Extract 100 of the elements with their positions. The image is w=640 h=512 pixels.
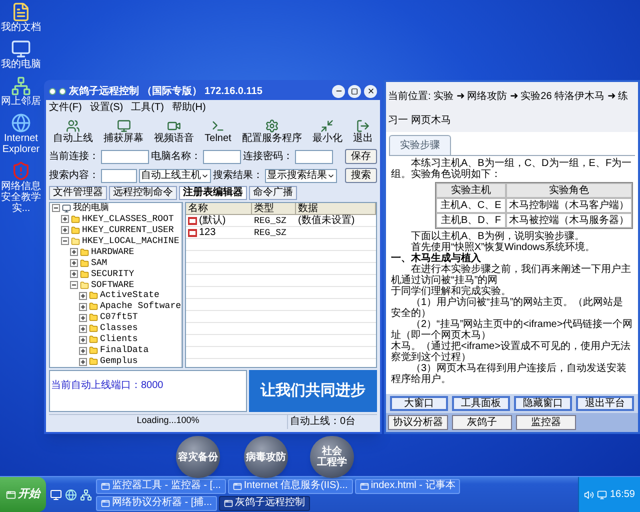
tab[interactable]: 远程控制命令 — [109, 186, 177, 200]
users-icon — [66, 118, 80, 132]
network-quicklaunch-icon[interactable] — [80, 488, 92, 500]
computer-name-field[interactable] — [203, 150, 241, 164]
column-header[interactable]: 类型 — [252, 203, 296, 214]
desktop-icon[interactable] — [11, 2, 31, 22]
lab-button[interactable]: 大窗口 — [390, 396, 448, 411]
tree-item[interactable]: HKEY_LOCAL_MACHINE — [82, 236, 180, 246]
lab-button[interactable]: 工具面板 — [452, 396, 510, 411]
desktop-icon-label[interactable]: 网上邻居 — [0, 96, 42, 107]
table-cell: 123 — [199, 228, 216, 238]
desktop-icon[interactable] — [11, 76, 31, 96]
expand-toggle-icon[interactable] — [79, 314, 87, 322]
table-cell: 主机B、D、F — [436, 213, 506, 228]
toolbar-button[interactable]: 捕获屏幕 — [104, 116, 144, 146]
desktop-quicklaunch-icon[interactable] — [50, 488, 62, 500]
close-button[interactable] — [364, 84, 377, 98]
tree-item[interactable]: SAM — [91, 258, 108, 268]
column-header[interactable]: 名称 — [186, 203, 252, 214]
expand-toggle-icon[interactable] — [79, 358, 87, 366]
menu-item[interactable]: 设置(S) — [90, 100, 124, 114]
network-tray-icon[interactable] — [596, 490, 607, 500]
desktop-icon-label[interactable]: Internet Explorer — [0, 133, 42, 155]
tab[interactable]: 命令广播 — [249, 186, 297, 200]
tree-item[interactable]: HKEY_CURRENT_USER — [82, 226, 174, 235]
desktop-icon-label[interactable]: 我的文档 — [0, 22, 42, 33]
folder-icon — [89, 335, 98, 344]
save-button[interactable]: 保存 — [345, 149, 377, 164]
browser-quicklaunch-icon[interactable] — [65, 488, 77, 500]
expand-toggle-icon[interactable] — [52, 204, 60, 212]
desktop-icon[interactable] — [11, 113, 31, 133]
result-dropdown[interactable]: 显示搜索结果 — [265, 168, 337, 182]
tree-item[interactable]: Clients — [100, 335, 138, 344]
bubble-button[interactable]: 容灾备份 — [176, 436, 220, 478]
toolbar-button[interactable]: 退出 — [352, 116, 373, 146]
expand-toggle-icon[interactable] — [70, 248, 78, 256]
toolbar-button[interactable]: Telnet — [204, 116, 232, 146]
desktop-icon-label[interactable]: 我的电脑 — [0, 59, 42, 70]
tab[interactable]: 注册表编辑器 — [179, 186, 247, 200]
minimize-button[interactable] — [332, 84, 345, 98]
bubble-label: 容灾备份 — [178, 452, 218, 462]
expand-toggle-icon[interactable] — [61, 215, 69, 224]
tree-item[interactable]: FinalData — [100, 346, 149, 356]
expand-toggle-icon[interactable] — [79, 302, 87, 311]
connection-field[interactable] — [101, 150, 149, 164]
taskbar-button[interactable]: Internet 信息服务(IIS)... — [228, 478, 353, 494]
tool-button[interactable]: 协议分析器 — [388, 415, 448, 430]
tab[interactable]: 实验步骤 — [389, 135, 451, 155]
tree-item[interactable]: SECURITY — [91, 270, 134, 279]
terminal-icon — [210, 118, 225, 132]
tree-item[interactable]: HKEY_CLASSES_ROOT — [82, 214, 174, 224]
taskbar-button[interactable]: index.html - 记事本 — [354, 478, 460, 494]
expand-toggle-icon[interactable] — [79, 324, 87, 333]
lab-button[interactable]: 退出平台 — [576, 396, 634, 411]
volume-icon[interactable] — [584, 490, 594, 500]
expand-toggle-icon[interactable] — [70, 270, 78, 278]
expand-toggle-icon[interactable] — [61, 237, 69, 246]
exit-icon — [356, 118, 370, 132]
tool-button[interactable]: 灰鸽子 — [452, 415, 512, 430]
scrollbar[interactable] — [181, 203, 182, 367]
tree-item[interactable]: C07ft5T — [100, 313, 138, 322]
maximize-button[interactable] — [348, 84, 361, 98]
bubble-button[interactable]: 社会 工程学 — [310, 436, 354, 478]
expand-toggle-icon[interactable] — [79, 336, 87, 344]
password-field[interactable] — [295, 150, 333, 164]
expand-toggle-icon[interactable] — [79, 346, 87, 355]
tree-item[interactable]: SOFTWARE — [91, 280, 134, 290]
menu-item[interactable]: 文件(F) — [49, 100, 82, 114]
tree-item[interactable]: ActiveState — [100, 291, 160, 300]
toolbar-button[interactable]: 自动上线 — [53, 116, 93, 146]
host-dropdown[interactable]: 自动上线主机 — [139, 168, 211, 182]
tree-item[interactable]: Gemplus — [100, 357, 138, 366]
taskbar-button[interactable]: 灰鸽子远程控制 — [219, 496, 310, 510]
taskbar-button[interactable]: 监控器工具 - 监控器 - [... — [96, 478, 226, 494]
tab[interactable]: 文件管理器 — [49, 186, 107, 200]
tree-item[interactable]: Classes — [100, 324, 138, 334]
column-header[interactable]: 数据 — [296, 203, 376, 214]
folder-icon — [71, 214, 80, 224]
taskbar-button[interactable]: 网络协议分析器 - [捕... — [96, 496, 217, 510]
bubble-button[interactable]: 病毒攻防 — [244, 436, 288, 478]
expand-toggle-icon[interactable] — [79, 292, 87, 300]
desktop-icon[interactable] — [11, 39, 31, 59]
table-cell-text: (数值未设置) — [297, 216, 356, 226]
lab-button[interactable]: 隐藏窗口 — [514, 396, 572, 411]
toolbar-button[interactable]: 配置服务程序 — [242, 116, 302, 146]
menu-item[interactable]: 工具(T) — [131, 100, 164, 114]
desktop-icon-label[interactable]: 网络信息安全教学实... — [0, 181, 42, 214]
toolbar-button[interactable]: 视频语音 — [154, 116, 194, 146]
search-field[interactable] — [101, 168, 137, 182]
tree-item[interactable]: HARDWARE — [91, 248, 134, 257]
menu-item[interactable]: 帮助(H) — [172, 100, 206, 114]
expand-toggle-icon[interactable] — [61, 226, 69, 234]
field-label: 当前连接： — [49, 150, 99, 164]
table-cell-text: REG_SZ — [253, 228, 288, 238]
toolbar-button[interactable]: 最小化 — [312, 116, 342, 146]
expand-toggle-icon[interactable] — [70, 281, 78, 290]
tree-item[interactable]: Apache Software — [100, 302, 182, 312]
search-button[interactable]: 搜索 — [345, 168, 377, 183]
expand-toggle-icon[interactable] — [70, 259, 78, 268]
tool-button[interactable]: 监控器 — [516, 415, 576, 430]
